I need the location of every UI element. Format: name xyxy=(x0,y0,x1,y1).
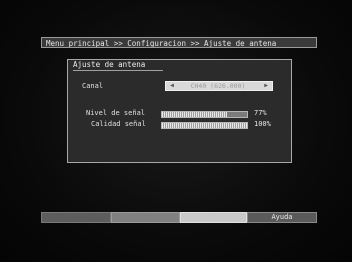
color-key-bar: Ayuda xyxy=(41,212,317,223)
channel-selector[interactable]: ◀ CH40 (626.000) ▶ xyxy=(165,81,273,91)
yellow-key-button[interactable] xyxy=(180,212,247,223)
signal-level-label: Nivel de señal xyxy=(86,109,146,117)
signal-quality-value: 100% xyxy=(254,120,271,128)
help-button[interactable]: Ayuda xyxy=(247,212,317,223)
antenna-settings-panel: Ajuste de antena Canal ◀ CH40 (626.000) … xyxy=(67,59,292,163)
signal-quality-label: Calidad señal xyxy=(91,120,146,128)
signal-level-value: 77% xyxy=(254,109,267,117)
panel-title: Ajuste de antena xyxy=(73,60,163,71)
red-key-button[interactable] xyxy=(41,212,111,223)
breadcrumb: Menu principal >> Configuracion >> Ajust… xyxy=(41,37,317,48)
green-key-button[interactable] xyxy=(111,212,180,223)
signal-quality-fill xyxy=(162,123,247,128)
signal-level-bar xyxy=(161,111,248,118)
arrow-right-icon[interactable]: ▶ xyxy=(262,82,270,90)
signal-level-fill xyxy=(162,112,228,117)
channel-label: Canal xyxy=(82,82,104,90)
channel-value: CH40 (626.000) xyxy=(190,82,246,90)
arrow-left-icon[interactable]: ◀ xyxy=(168,82,176,90)
tv-screen: Menu principal >> Configuracion >> Ajust… xyxy=(0,0,352,262)
signal-quality-bar xyxy=(161,122,248,129)
